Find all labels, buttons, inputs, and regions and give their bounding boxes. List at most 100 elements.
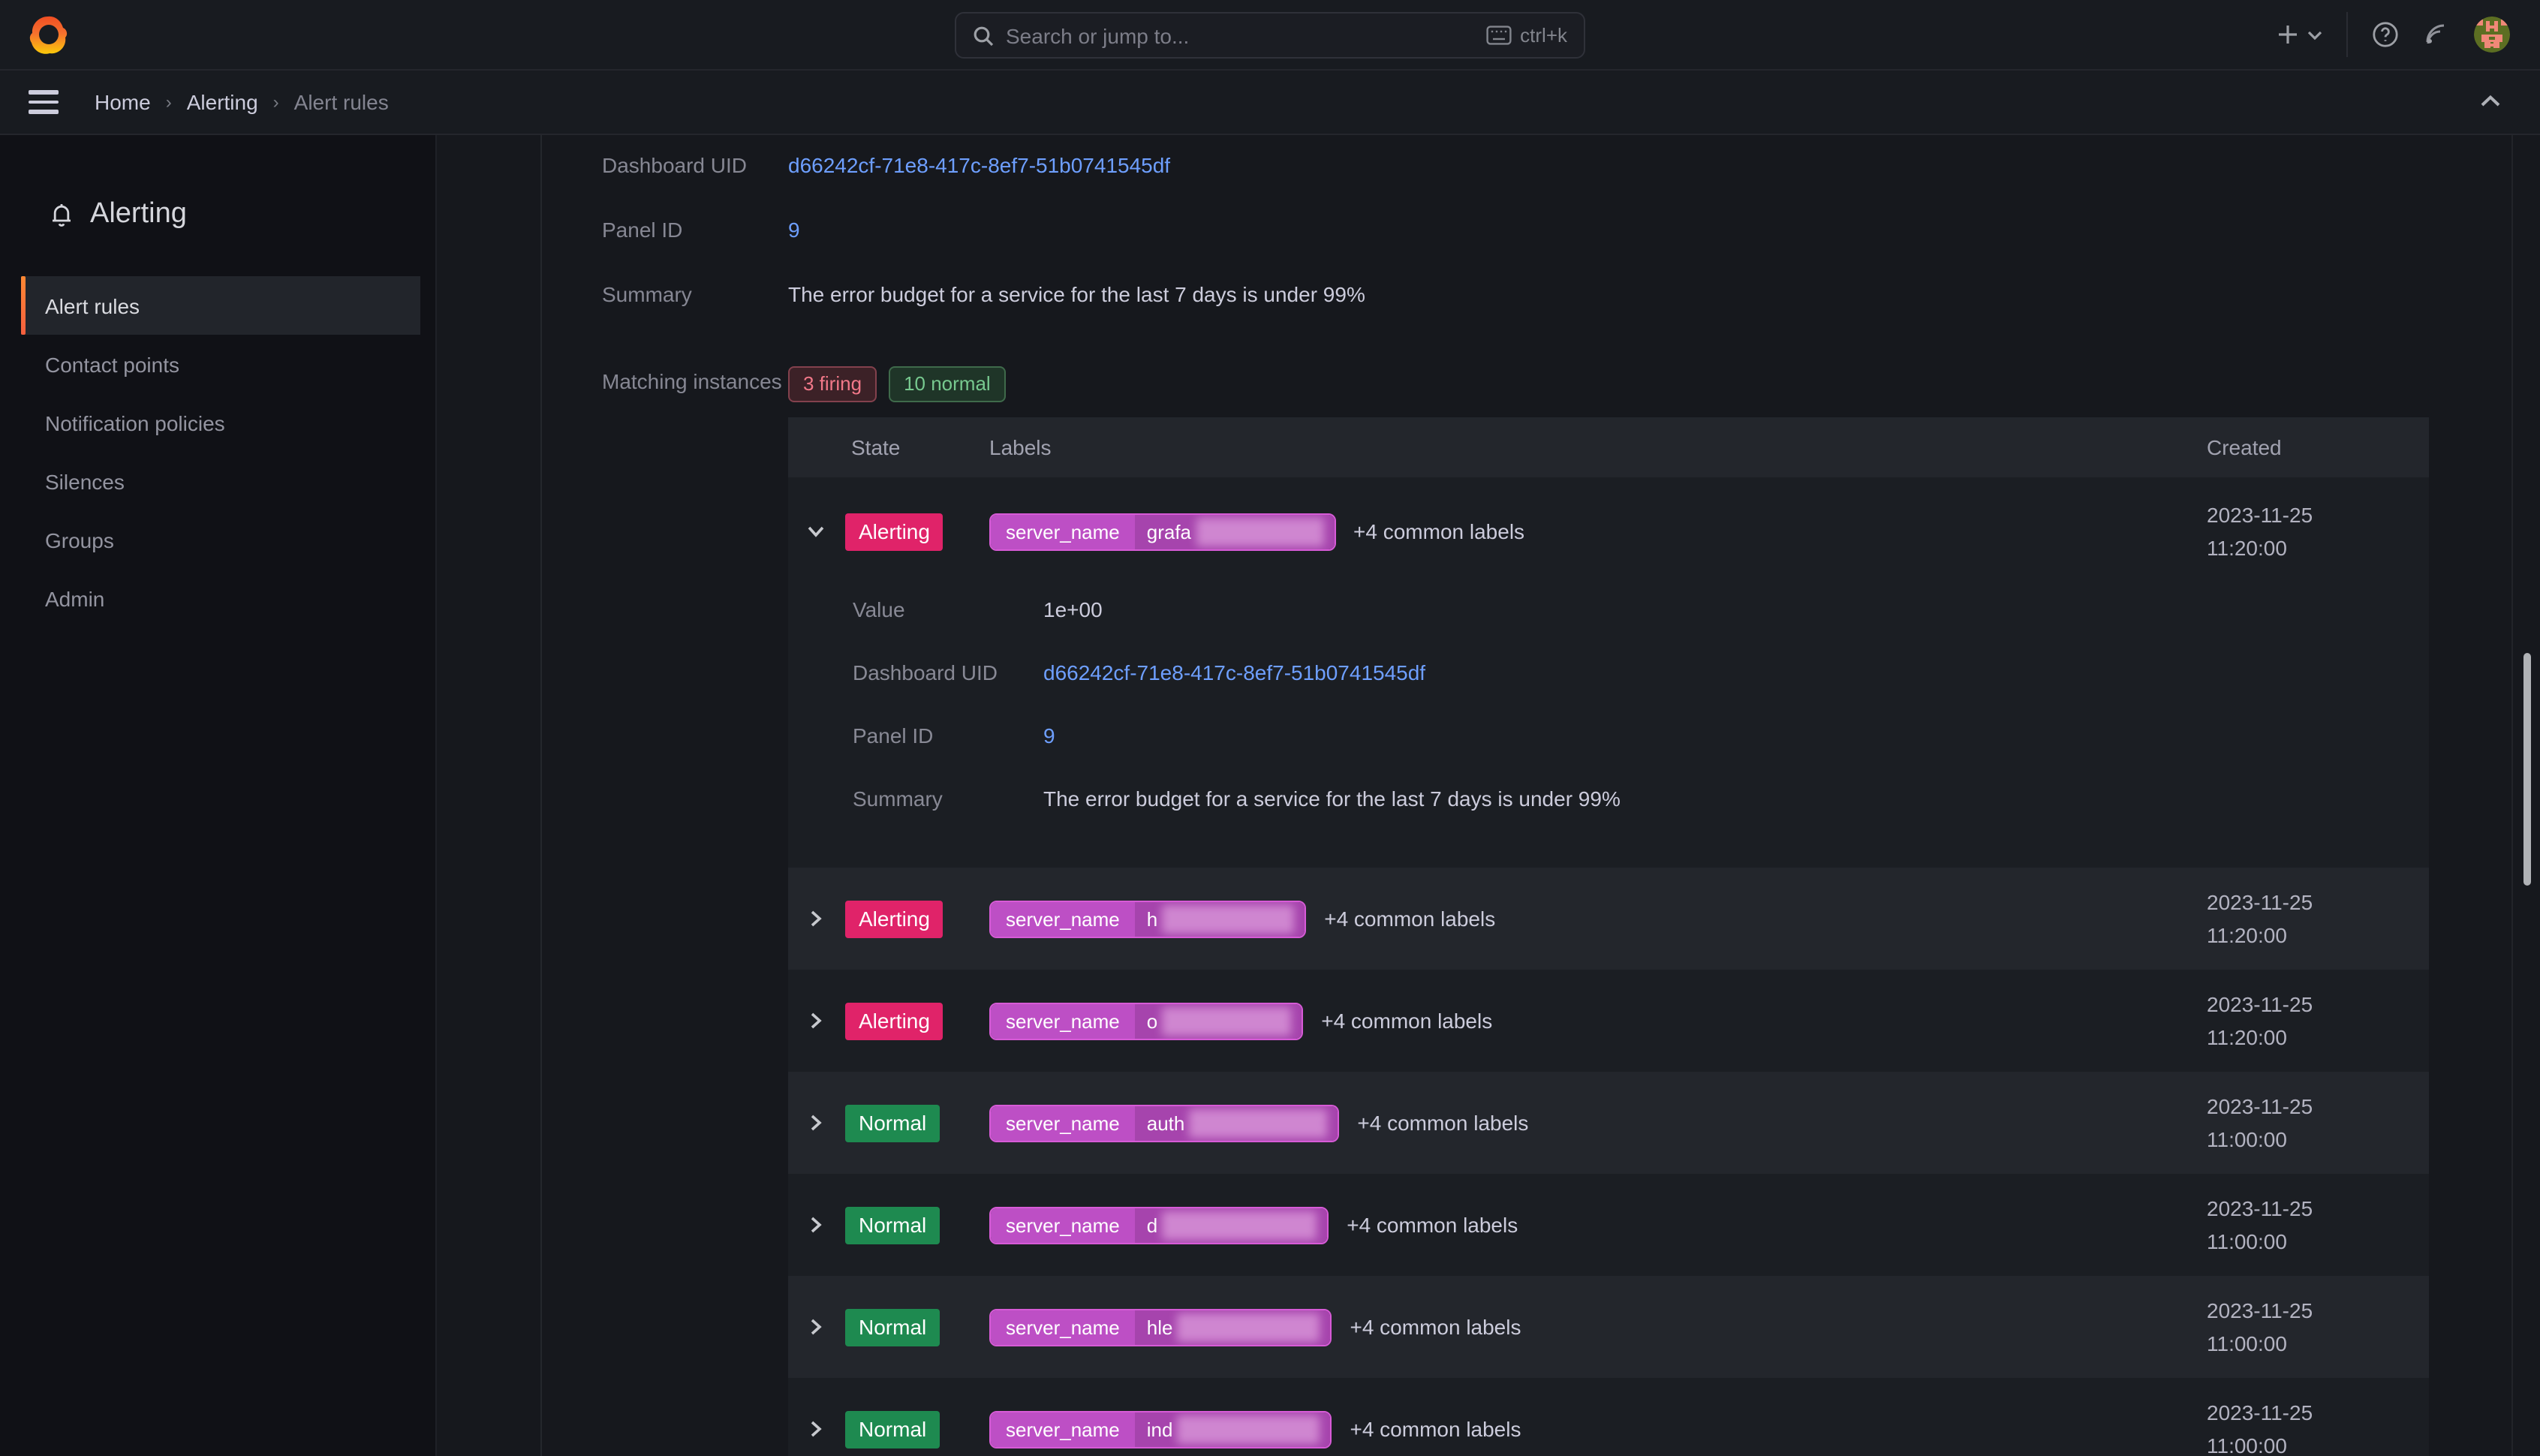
scrollbar[interactable] <box>2523 653 2531 886</box>
chevron-right-icon <box>806 525 824 538</box>
instance-row: Normal server_name auth +4 common labels… <box>788 1072 2429 1174</box>
redacted-label-value <box>1177 1415 1320 1443</box>
sidebar-item-notification-policies[interactable]: Notification policies <box>21 393 420 452</box>
redacted-label-value <box>1196 517 1323 546</box>
state-badge: Normal <box>845 1308 940 1346</box>
instance-row: Alerting server_name h +4 common labels … <box>788 868 2429 970</box>
chevron-right-icon <box>808 1216 822 1234</box>
topnav-divider <box>2346 12 2348 57</box>
created-date: 2023-11-25 <box>2207 498 2429 531</box>
expand-row-button[interactable] <box>788 1012 842 1030</box>
common-labels-text: +4 common labels <box>1350 1417 1521 1441</box>
created-time: 11:00:00 <box>2207 1123 2429 1156</box>
sidebar-item-label: Silences <box>45 469 125 493</box>
expand-row-button[interactable] <box>788 1318 842 1336</box>
created-date: 2023-11-25 <box>2207 1396 2429 1429</box>
instances-table-header: State Labels Created <box>788 417 2429 477</box>
sidebar-item-admin[interactable]: Admin <box>21 569 420 627</box>
breadcrumb-home[interactable]: Home <box>95 90 151 114</box>
label-value: d <box>1147 1214 1157 1236</box>
collapse-toolbar-icon[interactable] <box>2480 89 2501 116</box>
label-pill: server_name o <box>989 1002 1303 1039</box>
expand-row-button[interactable] <box>788 910 842 928</box>
sidebar-nav: Alert rules Contact points Notification … <box>0 276 435 627</box>
label-key: server_name <box>991 1106 1135 1140</box>
main-area: Alerting Alert rules Contact points Noti… <box>0 135 2540 1456</box>
detail-field-label: Panel ID <box>853 720 1043 751</box>
created-time: 11:20:00 <box>2207 919 2429 952</box>
detail-field-value[interactable]: d66242cf-71e8-417c-8ef7-51b0741545df <box>1043 657 1425 687</box>
expand-row-button[interactable] <box>788 1114 842 1132</box>
search-input[interactable]: Search or jump to... ctrl+k <box>955 12 1585 59</box>
common-labels-text: +4 common labels <box>1347 1213 1518 1237</box>
breadcrumb-alerting[interactable]: Alerting <box>187 90 258 114</box>
label-pill: server_name auth <box>989 1104 1339 1142</box>
state-badge: Normal <box>845 1206 940 1244</box>
detail-field-label: Dashboard UID <box>853 657 1043 687</box>
new-menu-button[interactable] <box>2276 23 2322 47</box>
sidebar-item-label: Contact points <box>45 352 179 376</box>
help-icon[interactable] <box>2372 21 2399 48</box>
chevron-right-icon: › <box>273 92 279 113</box>
sidebar-item-label: Admin <box>45 586 104 610</box>
breadcrumb-current: Alert rules <box>294 90 389 114</box>
label-key: server_name <box>991 901 1135 936</box>
created-cell: 2023-11-25 11:20:00 <box>2204 886 2429 952</box>
detail-field-value: The error budget for a service for the l… <box>788 279 1365 309</box>
detail-field-row: Summary The error budget for a service f… <box>602 279 2540 309</box>
news-icon[interactable] <box>2423 21 2450 48</box>
detail-field-row: Panel ID 9 <box>602 215 2540 245</box>
detail-field-value[interactable]: 9 <box>1043 720 1055 751</box>
label-key: server_name <box>991 1412 1135 1446</box>
label-value: h <box>1147 907 1157 930</box>
detail-field-value: 1e+00 <box>1043 594 1103 624</box>
header-labels: Labels <box>986 435 2204 459</box>
redacted-label-value <box>1162 1006 1291 1035</box>
grafana-logo-icon[interactable] <box>29 15 68 54</box>
sidebar-item-groups[interactable]: Groups <box>21 510 420 569</box>
state-badge: Alerting <box>845 900 943 937</box>
created-cell: 2023-11-25 11:00:00 <box>2204 1090 2429 1156</box>
created-date: 2023-11-25 <box>2207 1192 2429 1225</box>
instances-table: State Labels Created Alerting server_na <box>788 417 2429 1456</box>
expand-row-button[interactable] <box>788 522 842 540</box>
avatar[interactable] <box>2474 17 2510 53</box>
breadcrumb: Home › Alerting › Alert rules <box>95 90 389 114</box>
label-pill: server_name grafa <box>989 513 1335 550</box>
sidebar-item-alert-rules[interactable]: Alert rules <box>21 276 420 335</box>
expand-row-button[interactable] <box>788 1216 842 1234</box>
detail-field-value[interactable]: 9 <box>788 215 800 245</box>
chevron-right-icon <box>808 1114 822 1132</box>
instance-row: Normal server_name d +4 common labels 20… <box>788 1174 2429 1276</box>
label-key: server_name <box>991 1003 1135 1038</box>
instances-table-body: Alerting server_name grafa +4 common lab… <box>788 477 2429 1456</box>
detail-field-value[interactable]: d66242cf-71e8-417c-8ef7-51b0741545df <box>788 150 1170 180</box>
sidebar-title: Alerting <box>50 197 435 233</box>
chevron-down-icon <box>2307 29 2322 40</box>
created-cell: 2023-11-25 11:00:00 <box>2204 1396 2429 1456</box>
menu-toggle-icon[interactable] <box>29 91 59 114</box>
created-cell: 2023-11-25 11:00:00 <box>2204 1294 2429 1360</box>
label-key: server_name <box>991 514 1135 549</box>
detail-field-label: Panel ID <box>602 215 788 245</box>
chevron-right-icon <box>808 1012 822 1030</box>
expand-row-button[interactable] <box>788 1420 842 1438</box>
common-labels-text: +4 common labels <box>1353 519 1524 543</box>
instance-row-detail: Value 1e+00 Dashboard UID d66242cf-71e8-… <box>788 585 2429 868</box>
label-pill: server_name d <box>989 1206 1329 1244</box>
plus-icon <box>2276 23 2300 47</box>
created-time: 11:00:00 <box>2207 1327 2429 1360</box>
sidebar-item-contact-points[interactable]: Contact points <box>21 335 420 393</box>
label-key: server_name <box>991 1208 1135 1242</box>
rule-viewer: Dashboard UID d66242cf-71e8-417c-8ef7-51… <box>540 135 2540 1456</box>
keyboard-icon <box>1485 26 1511 45</box>
created-cell: 2023-11-25 11:00:00 <box>2204 1192 2429 1258</box>
common-labels-text: +4 common labels <box>1324 907 1495 931</box>
detail-field-value: The error budget for a service for the l… <box>1043 784 1621 814</box>
label-value: hle <box>1147 1316 1173 1338</box>
state-badge: Normal <box>845 1410 940 1448</box>
sidebar-item-silences[interactable]: Silences <box>21 452 420 510</box>
content-pane: Dashboard UID d66242cf-71e8-417c-8ef7-51… <box>437 135 2540 1456</box>
matching-instances-section: Matching instances 3 firing 10 normal St… <box>602 366 2540 1456</box>
redacted-label-value <box>1177 1313 1320 1341</box>
